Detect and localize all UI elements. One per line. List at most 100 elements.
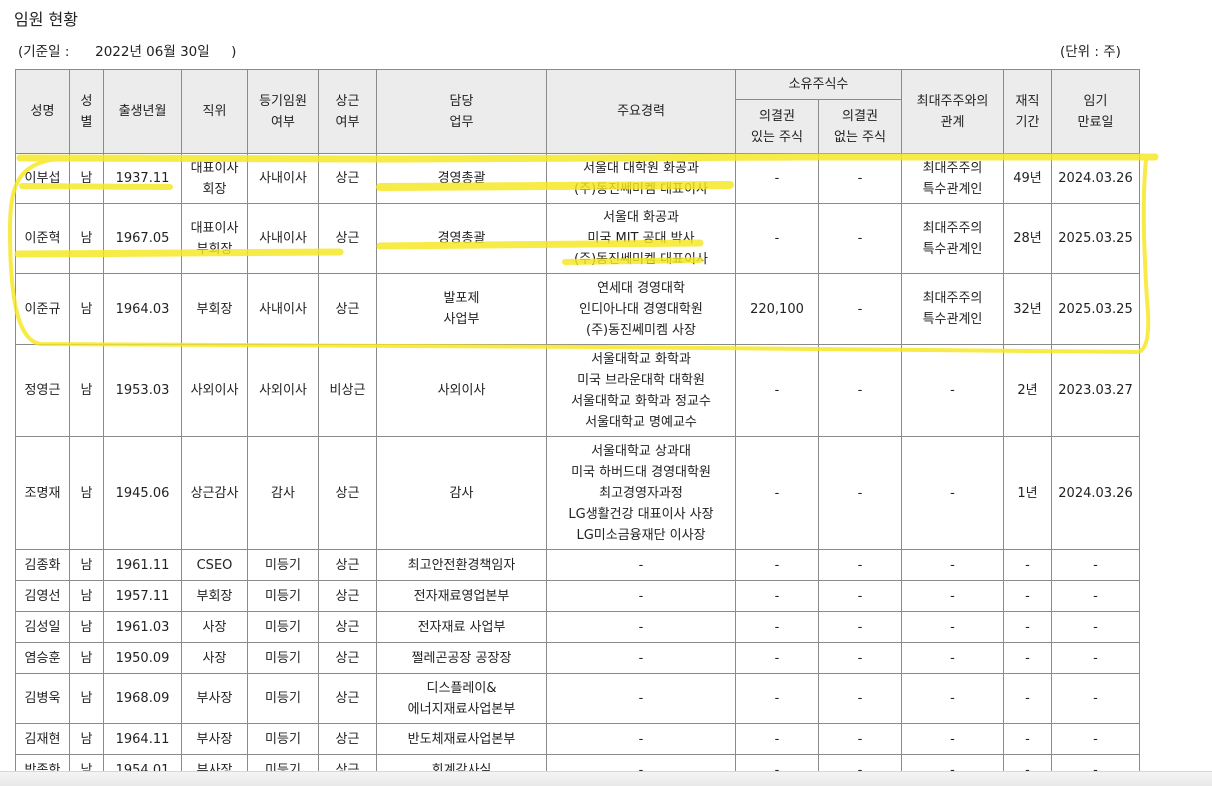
cell-shares-nonvoting: -: [818, 673, 902, 724]
cell-shares-voting: -: [735, 673, 819, 724]
cell-gender: 남: [69, 436, 104, 550]
cell-tenure: 1년: [1003, 436, 1052, 550]
cell-career: -: [546, 549, 736, 581]
cell-shares-nonvoting: -: [818, 580, 902, 612]
cell-gender: 남: [69, 549, 104, 581]
cell-tenure: 49년: [1003, 153, 1052, 204]
cell-tenure: 28년: [1003, 203, 1052, 274]
cell-tenure: -: [1003, 580, 1052, 612]
cell-position: 사장: [181, 611, 248, 643]
cell-registered: 미등기: [247, 642, 319, 674]
cell-registered: 사내이사: [247, 203, 319, 274]
cell-shares-voting: -: [735, 203, 819, 274]
cell-name: 이부섭: [15, 153, 70, 204]
cell-shares-nonvoting: -: [818, 203, 902, 274]
cell-registered: 사내이사: [247, 153, 319, 204]
cell-fulltime: 상근: [318, 549, 377, 581]
unit-label: (단위 : 주): [1060, 44, 1121, 60]
cell-career: -: [546, 611, 736, 643]
table-row: 이부섭 남 1937.11 대표이사 회장 사내이사 상근 경영총괄 서울대 대학원 화공과 (주…: [15, 153, 1140, 204]
cell-duty: 전자재료영업본부: [376, 580, 547, 612]
cell-career: -: [546, 723, 736, 755]
cell-term-end: 2025.03.25: [1051, 203, 1140, 274]
cell-birth: 1945.06: [103, 436, 182, 550]
cell-fulltime: 상근: [318, 203, 377, 274]
cell-tenure: -: [1003, 611, 1052, 643]
cell-birth: 1957.11: [103, 580, 182, 612]
cell-relation: 최대주주의 특수관계인: [901, 153, 1004, 204]
cell-birth: 1953.03: [103, 344, 182, 437]
cell-tenure: -: [1003, 723, 1052, 755]
cell-position: 대표이사 부회장: [181, 203, 248, 274]
cell-position: 부회장: [181, 273, 248, 345]
cell-position: 사장: [181, 642, 248, 674]
cell-term-end: -: [1051, 611, 1140, 643]
cell-duty: 사외이사: [376, 344, 547, 437]
cell-fulltime: 상근: [318, 436, 377, 550]
table-row: 김영선 남 1957.11 부회장 미등기 상근 전자재료영업본부 - - - - - -: [15, 580, 1140, 612]
cell-shares-voting: -: [735, 549, 819, 581]
header-shares-nonvoting: 의결권 없는 주식: [818, 99, 902, 154]
header-registered: 등기임원 여부: [247, 69, 319, 154]
cell-tenure: 32년: [1003, 273, 1052, 345]
table-body: 이부섭 남 1937.11 대표이사 회장 사내이사 상근 경영총괄 서울대 대학원 화공과 (주…: [15, 153, 1140, 786]
cell-registered: 미등기: [247, 549, 319, 581]
cell-position: 상근감사: [181, 436, 248, 550]
window-bottom-edge: [0, 771, 1212, 786]
cell-name: 조명재: [15, 436, 70, 550]
cell-shares-voting: -: [735, 153, 819, 204]
cell-gender: 남: [69, 344, 104, 437]
cell-birth: 1967.05: [103, 203, 182, 274]
cell-relation: -: [901, 436, 1004, 550]
table-row: 이준규 남 1964.03 부회장 사내이사 상근 발포제 사업부 연세대 경영대학 인디아나대 …: [15, 273, 1140, 345]
cell-shares-nonvoting: -: [818, 344, 902, 437]
header-relation: 최대주주와의 관계: [901, 69, 1004, 154]
cell-duty: 전자재료 사업부: [376, 611, 547, 643]
cell-term-end: 2024.03.26: [1051, 153, 1140, 204]
header-fulltime: 상근 여부: [318, 69, 377, 154]
cell-relation: 최대주주의 특수관계인: [901, 273, 1004, 345]
cell-registered: 사내이사: [247, 273, 319, 345]
basis-date: (기준일 : 2022년 06월 30일 ): [18, 44, 237, 60]
cell-gender: 남: [69, 153, 104, 204]
cell-fulltime: 상근: [318, 153, 377, 204]
cell-birth: 1961.11: [103, 549, 182, 581]
cell-tenure: 2년: [1003, 344, 1052, 437]
cell-shares-nonvoting: -: [818, 436, 902, 550]
cell-name: 김영선: [15, 580, 70, 612]
cell-shares-nonvoting: -: [818, 611, 902, 643]
table-row: 김종화 남 1961.11 CSEO 미등기 상근 최고안전환경책임자 - - - - - -: [15, 549, 1140, 581]
cell-term-end: -: [1051, 642, 1140, 674]
cell-term-end: -: [1051, 723, 1140, 755]
cell-relation: -: [901, 549, 1004, 581]
cell-position: 부사장: [181, 723, 248, 755]
cell-birth: 1961.03: [103, 611, 182, 643]
header-term-end: 임기 만료일: [1051, 69, 1140, 154]
header-position: 직위: [181, 69, 248, 154]
cell-gender: 남: [69, 273, 104, 345]
cell-career: 연세대 경영대학 인디아나대 경영대학원 (주)동진쎄미켐 사장: [546, 273, 736, 345]
cell-fulltime: 상근: [318, 642, 377, 674]
cell-gender: 남: [69, 611, 104, 643]
cell-name: 김재현: [15, 723, 70, 755]
cell-shares-nonvoting: -: [818, 723, 902, 755]
cell-duty: 경영총괄: [376, 153, 547, 204]
cell-fulltime: 상근: [318, 273, 377, 345]
table-row: 조명재 남 1945.06 상근감사 감사 상근 감사 서울대학교 상과대 미국 하버드대 경영…: [15, 436, 1140, 550]
cell-duty: 최고안전환경책임자: [376, 549, 547, 581]
cell-relation: -: [901, 611, 1004, 643]
cell-duty: 감사: [376, 436, 547, 550]
cell-career: 서울대학교 상과대 미국 하버드대 경영대학원 최고경영자과정 LG생활건강 대표이사…: [546, 436, 736, 550]
cell-career: 서울대학교 화학과 미국 브라운대학 대학원 서울대학교 화학과 정교수 서울대학교 …: [546, 344, 736, 437]
cell-duty: 디스플레이& 에너지재료사업본부: [376, 673, 547, 724]
cell-relation: 최대주주의 특수관계인: [901, 203, 1004, 274]
cell-shares-nonvoting: -: [818, 153, 902, 204]
cell-registered: 미등기: [247, 673, 319, 724]
table-header: 성명 성별 출생년월 직위 등기임원 여부 상근 여부 담당 업무 주요경력 소유주식…: [15, 69, 1140, 154]
page-title: 임원 현황: [14, 10, 78, 29]
cell-shares-nonvoting: -: [818, 642, 902, 674]
cell-position: 사외이사: [181, 344, 248, 437]
cell-gender: 남: [69, 580, 104, 612]
cell-name: 정영근: [15, 344, 70, 437]
table-row: 염승훈 남 1950.09 사장 미등기 상근 쩔레곤공장 공장장 - - - - - -: [15, 642, 1140, 674]
